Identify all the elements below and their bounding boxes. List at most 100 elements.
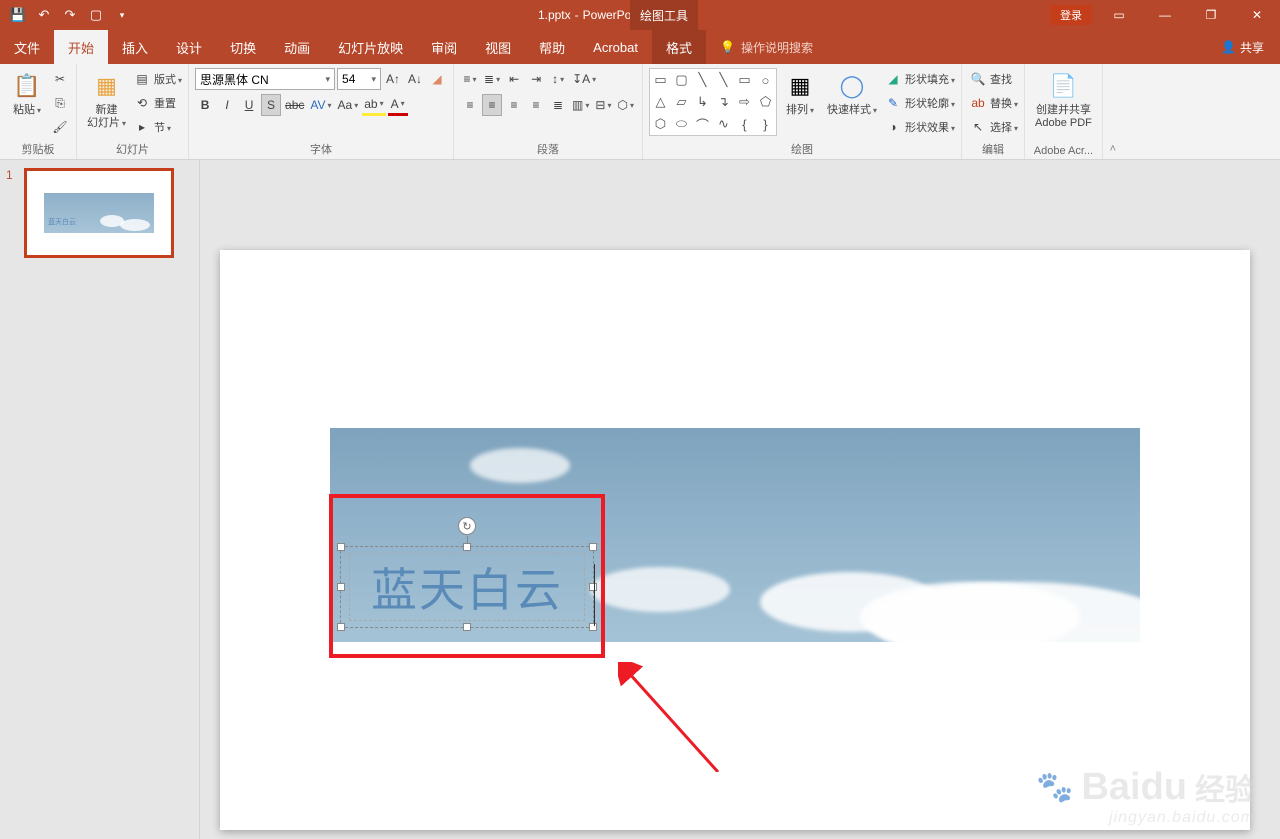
italic-button[interactable]: I [217,94,237,116]
distribute-icon[interactable]: ≣ [548,94,568,116]
resize-handle[interactable] [589,543,597,551]
replace-button[interactable]: 替换 [990,95,1018,111]
restore-icon[interactable]: ❐ [1188,0,1234,30]
resize-handle[interactable] [337,623,345,631]
slideshow-icon[interactable]: ▢ [86,5,106,25]
new-slide-button[interactable]: ▦ 新建 幻灯片 [83,68,130,132]
save-icon[interactable]: 💾 [8,5,28,25]
paste-icon: 📋 [11,70,43,102]
login-button[interactable]: 登录 [1050,5,1092,25]
ribbon-display-icon[interactable]: ▭ [1096,0,1142,30]
justify-icon[interactable]: ≡ [526,94,546,116]
clear-format-icon[interactable]: ◢ [427,68,447,90]
tab-transitions[interactable]: 切换 [216,30,270,64]
group-slides: ▦ 新建 幻灯片 ▤版式 ⟲重置 ▸节 幻灯片 [77,64,189,159]
resize-handle[interactable] [463,623,471,631]
adobe-pdf-button[interactable]: 📄 创建并共享 Adobe PDF [1031,68,1096,132]
align-right-icon[interactable]: ≡ [504,94,524,116]
align-center-icon[interactable]: ≡ [482,94,502,116]
section-button[interactable]: 节 [154,119,171,135]
slides-label: 幻灯片 [83,139,182,159]
shape-effects-button[interactable]: 形状效果 [905,119,955,135]
shadow-button[interactable]: S [261,94,281,116]
select-button[interactable]: 选择 [990,119,1018,135]
tab-format[interactable]: 格式 [652,30,706,64]
tell-me-search[interactable]: 💡 操作说明搜索 [706,30,813,64]
resize-handle[interactable] [589,623,597,631]
numbering-icon[interactable]: ≣ [482,68,502,90]
slide-canvas[interactable]: ↻ 蓝天白云 [220,250,1250,830]
resize-handle[interactable] [337,543,345,551]
arrange-button[interactable]: ▦ 排列 [779,68,821,119]
tab-review[interactable]: 审阅 [417,30,471,64]
share-icon: 👤 [1221,40,1236,54]
change-case-icon[interactable]: Aa [336,94,361,116]
format-painter-icon[interactable]: 🖌 [50,116,70,138]
redo-icon[interactable]: ↷ [60,5,80,25]
tab-insert[interactable]: 插入 [108,30,162,64]
cut-icon[interactable]: ✂ [50,68,70,90]
title-bar: 💾 ↶ ↷ ▢ ▾ 1.pptx - PowerPoint 绘图工具 登录 ▭ … [0,0,1280,30]
highlight-icon[interactable]: ab [362,94,385,116]
reset-icon[interactable]: ⟲ [132,92,152,114]
slide-number: 1 [6,168,13,182]
font-color-icon[interactable]: A [388,94,408,116]
paragraph-label: 段落 [460,139,636,159]
layout-button[interactable]: 版式 [154,71,182,87]
resize-handle[interactable] [589,583,597,591]
find-button[interactable]: 查找 [990,71,1012,87]
resize-handle[interactable] [337,583,345,591]
collapse-ribbon-icon[interactable]: ˄ [1103,64,1123,159]
bullets-icon[interactable]: ≡ [460,68,480,90]
share-button[interactable]: 👤 共享 [1205,30,1280,64]
layout-icon[interactable]: ▤ [132,68,152,90]
reset-button[interactable]: 重置 [154,95,176,111]
tab-acrobat[interactable]: Acrobat [579,30,652,64]
strike-button[interactable]: abc [283,94,306,116]
paw-icon: 🐾 [1036,770,1073,805]
tab-slideshow[interactable]: 幻灯片放映 [324,30,417,64]
text-direction-icon[interactable]: ↧A [570,68,598,90]
annotation-arrow [618,662,728,772]
char-spacing-icon[interactable]: AV [308,94,333,116]
qat-more-icon[interactable]: ▾ [112,5,132,25]
find-icon: 🔍 [968,68,988,90]
section-icon[interactable]: ▸ [132,116,152,138]
font-size-combo[interactable]: 54▾ [337,68,381,90]
tab-design[interactable]: 设计 [162,30,216,64]
line-spacing-icon[interactable]: ↕ [548,68,568,90]
shape-fill-button[interactable]: 形状填充 [905,71,955,87]
columns-icon[interactable]: ▥ [570,94,591,116]
tab-home[interactable]: 开始 [54,30,108,64]
bold-button[interactable]: B [195,94,215,116]
watermark-url: jingyan.baidu.com [1109,809,1255,827]
underline-button[interactable]: U [239,94,259,116]
decrease-font-icon[interactable]: A↓ [405,68,425,90]
increase-indent-icon[interactable]: ⇥ [526,68,546,90]
decrease-indent-icon[interactable]: ⇤ [504,68,524,90]
close-icon[interactable]: ✕ [1234,0,1280,30]
align-left-icon[interactable]: ≡ [460,94,480,116]
align-text-icon[interactable]: ⊟ [593,94,613,116]
shape-outline-button[interactable]: 形状轮廓 [905,95,955,111]
tab-view[interactable]: 视图 [471,30,525,64]
tab-file[interactable]: 文件 [0,30,54,64]
slide-edit-area[interactable]: ↻ 蓝天白云 🐾 Baidu 经验 j [200,160,1280,839]
shapes-gallery[interactable]: ▭▢╲╲▭○ △▱↳↴⇨⬠ ⬡⬭⌒∿{} [649,68,777,136]
slide-thumbnail[interactable]: 1 蓝天白云 [8,168,191,258]
tab-animations[interactable]: 动画 [270,30,324,64]
quick-styles-button[interactable]: ◯ 快速样式 [823,68,881,119]
tab-help[interactable]: 帮助 [525,30,579,64]
resize-handle[interactable] [463,543,471,551]
copy-icon[interactable]: ⎘ [50,92,70,114]
text-content[interactable]: 蓝天白云 [371,554,563,620]
shape-outline-icon: ✎ [883,92,903,114]
rotate-handle-icon[interactable]: ↻ [458,517,476,535]
undo-icon[interactable]: ↶ [34,5,54,25]
text-box-selected[interactable]: ↻ 蓝天白云 [340,546,594,628]
increase-font-icon[interactable]: A↑ [383,68,403,90]
paste-button[interactable]: 📋 粘贴 [6,68,48,119]
font-name-combo[interactable]: 思源黑体 CN▾ [195,68,335,90]
minimize-icon[interactable]: — [1142,0,1188,30]
smartart-icon[interactable]: ⬡ [615,94,636,116]
